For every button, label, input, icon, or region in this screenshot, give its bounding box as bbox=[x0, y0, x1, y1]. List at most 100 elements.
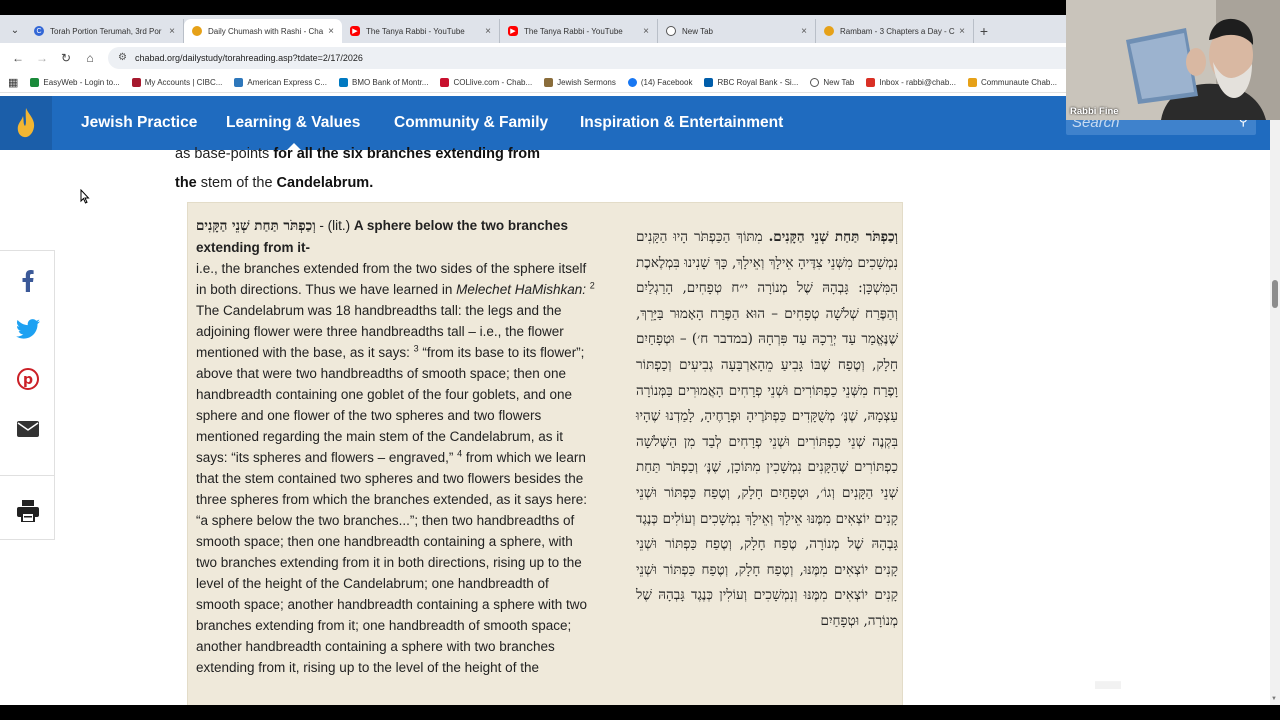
address-bar[interactable]: ⚙ chabad.org/dailystudy/torahreading.asp… bbox=[108, 46, 1168, 69]
pinterest-icon: p bbox=[16, 368, 39, 390]
scroll-down-arrow-icon[interactable]: ▼ bbox=[1271, 696, 1277, 702]
tab-search-icon[interactable]: ⌄ bbox=[4, 17, 26, 43]
bookmark-5[interactable]: Jewish Sermons bbox=[544, 77, 616, 87]
tab-title: Torah Portion Terumah, 3rd Por bbox=[50, 26, 162, 36]
video-watermark: ▬ bbox=[1095, 665, 1123, 695]
site-info-icon[interactable]: ⚙ bbox=[118, 52, 127, 63]
bookmark-8[interactable]: New Tab bbox=[810, 77, 855, 87]
tab-title: Daily Chumash with Rashi - Cha bbox=[208, 26, 324, 36]
rashi-commentary-box: וְכַפְתֹּר תַּחַת שְׁנֵי הַקָּנִים - (li… bbox=[187, 202, 903, 705]
bookmark-10[interactable]: Communaute Chab... bbox=[967, 77, 1058, 87]
bookmark-favicon-icon bbox=[544, 77, 554, 87]
intro-line-2: the stem of the Candelabrum. bbox=[175, 175, 373, 191]
bookmark-favicon-icon bbox=[627, 77, 637, 87]
bookmark-label: New Tab bbox=[823, 77, 855, 87]
bookmark-favicon-icon bbox=[338, 77, 348, 87]
forward-icon[interactable]: → bbox=[30, 46, 54, 70]
scrollbar-thumb[interactable] bbox=[1272, 280, 1278, 308]
hebrew-rashi-text: וְכַפְתֹּר תַּחַת שְׁנֵי הַקָּנִים. מִתּ… bbox=[636, 225, 898, 635]
bookmark-favicon-icon bbox=[131, 77, 141, 87]
youtube-icon: ▶ bbox=[350, 26, 360, 36]
share-pinterest-button[interactable]: p bbox=[0, 359, 55, 399]
tab-5[interactable]: Rambam - 3 Chapters a Day - C × bbox=[816, 19, 974, 43]
tab-4[interactable]: New Tab × bbox=[658, 19, 816, 43]
presenter-video-frame bbox=[1066, 0, 1280, 120]
tab-2[interactable]: ▶ The Tanya Rabbi - YouTube × bbox=[342, 19, 500, 43]
bookmark-favicon-icon bbox=[704, 77, 714, 87]
youtube-icon: ▶ bbox=[508, 26, 518, 36]
bookmark-1[interactable]: My Accounts | CIBC... bbox=[131, 77, 222, 87]
bookmark-label: BMO Bank of Montr... bbox=[351, 77, 429, 87]
bookmark-label: COLlive.com - Chab... bbox=[453, 77, 533, 87]
hebrew-body: מִתּוֹךְ הַכַּפְתֹּר הָיוּ הַקָּנִים נִמ… bbox=[636, 229, 898, 629]
tab-1[interactable]: Daily Chumash with Rashi - Cha × bbox=[184, 19, 342, 43]
chabad-favicon-icon: C bbox=[34, 26, 44, 36]
lit-marker: - (lit.) bbox=[315, 218, 354, 233]
body-text: from which we learn that the stem contai… bbox=[196, 450, 588, 675]
intro-text-bold: the bbox=[175, 175, 197, 191]
share-twitter-button[interactable] bbox=[0, 309, 55, 349]
bookmark-favicon-icon bbox=[30, 77, 40, 87]
bookmark-favicon-icon bbox=[234, 77, 244, 87]
bookmark-3[interactable]: BMO Bank of Montr... bbox=[338, 77, 429, 87]
bookmark-0[interactable]: EasyWeb - Login to... bbox=[30, 77, 120, 87]
email-icon bbox=[16, 421, 39, 437]
bookmark-label: RBC Royal Bank - Si... bbox=[717, 77, 799, 87]
apps-icon[interactable]: ▦ bbox=[8, 76, 18, 89]
mouse-cursor-icon bbox=[80, 189, 90, 204]
url-text: chabad.org/dailystudy/torahreading.asp?t… bbox=[134, 52, 363, 63]
webcam-overlay: Rabbi Fine bbox=[1066, 0, 1280, 120]
flame-icon bbox=[17, 108, 35, 138]
nav-inspiration-entertainment[interactable]: Inspiration & Entertainment bbox=[580, 96, 783, 150]
twitter-icon bbox=[15, 319, 40, 339]
hebrew-lemma: וְכַפְתֹּר תַּחַת שְׁנֵי הַקָּנִים bbox=[196, 218, 316, 234]
bookmark-label: Communaute Chab... bbox=[980, 77, 1058, 87]
chabad-flame-favicon-icon bbox=[192, 26, 202, 36]
svg-text:p: p bbox=[22, 372, 32, 388]
new-tab-button[interactable]: + bbox=[974, 19, 994, 43]
tab-close-icon[interactable]: × bbox=[328, 26, 334, 37]
intro-text: as base-points bbox=[175, 146, 274, 162]
bookmark-label: Inbox - rabbi@chab... bbox=[879, 77, 956, 87]
bookmark-4[interactable]: COLlive.com - Chab... bbox=[440, 77, 533, 87]
print-button[interactable] bbox=[0, 491, 55, 531]
tab-close-icon[interactable]: × bbox=[959, 26, 965, 37]
reload-icon[interactable]: ↻ bbox=[54, 46, 78, 70]
chabad-flame-logo[interactable] bbox=[0, 96, 52, 150]
bookmark-favicon-icon bbox=[440, 77, 450, 87]
nav-community-family[interactable]: Community & Family bbox=[394, 96, 548, 150]
bookmark-label: (14) Facebook bbox=[640, 77, 693, 87]
gmail-icon bbox=[866, 77, 876, 87]
tab-title: New Tab bbox=[682, 26, 713, 36]
bookmark-6[interactable]: (14) Facebook bbox=[627, 77, 693, 87]
tab-close-icon[interactable]: × bbox=[643, 26, 649, 37]
tab-title: The Tanya Rabbi - YouTube bbox=[524, 26, 623, 36]
bookmark-9[interactable]: Inbox - rabbi@chab... bbox=[866, 77, 956, 87]
english-heading: וְכַפְתֹּר תַּחַת שְׁנֵי הַקָּנִים - (li… bbox=[196, 215, 596, 258]
presenter-name: Rabbi Fine bbox=[1070, 106, 1119, 117]
back-icon[interactable]: ← bbox=[6, 46, 30, 70]
tab-close-icon[interactable]: × bbox=[485, 26, 491, 37]
bookmark-7[interactable]: RBC Royal Bank - Si... bbox=[704, 77, 799, 87]
tab-3[interactable]: ▶ The Tanya Rabbi - YouTube × bbox=[500, 19, 658, 43]
tab-0[interactable]: C Torah Portion Terumah, 3rd Por × bbox=[26, 19, 184, 43]
bookmark-label: American Express C... bbox=[247, 77, 327, 87]
tab-close-icon[interactable]: × bbox=[169, 26, 175, 37]
bookmark-favicon-icon bbox=[967, 77, 977, 87]
share-email-button[interactable] bbox=[0, 409, 55, 449]
home-icon[interactable]: ⌂ bbox=[78, 46, 102, 70]
chrome-icon bbox=[666, 26, 676, 36]
hebrew-lemma-bold: וְכַפְתֹּר תַּחַת שְׁנֵי הַקָּנִים. bbox=[768, 229, 898, 245]
print-icon bbox=[16, 500, 39, 522]
bookmark-2[interactable]: American Express C... bbox=[234, 77, 327, 87]
page-scrollbar[interactable]: ▲ ▼ bbox=[1270, 96, 1280, 705]
intro-text: stem of the bbox=[196, 175, 277, 191]
share-sidebar: p bbox=[0, 250, 55, 540]
bookmark-label: Jewish Sermons bbox=[557, 77, 616, 87]
nav-jewish-practice[interactable]: Jewish Practice bbox=[81, 96, 197, 150]
footnote-link[interactable]: 2 bbox=[590, 281, 595, 291]
nav-learning-values[interactable]: Learning & Values bbox=[226, 96, 360, 150]
english-translation: וְכַפְתֹּר תַּחַת שְׁנֵי הַקָּנִים - (li… bbox=[196, 215, 596, 678]
share-facebook-button[interactable] bbox=[0, 261, 55, 301]
tab-close-icon[interactable]: × bbox=[801, 26, 807, 37]
